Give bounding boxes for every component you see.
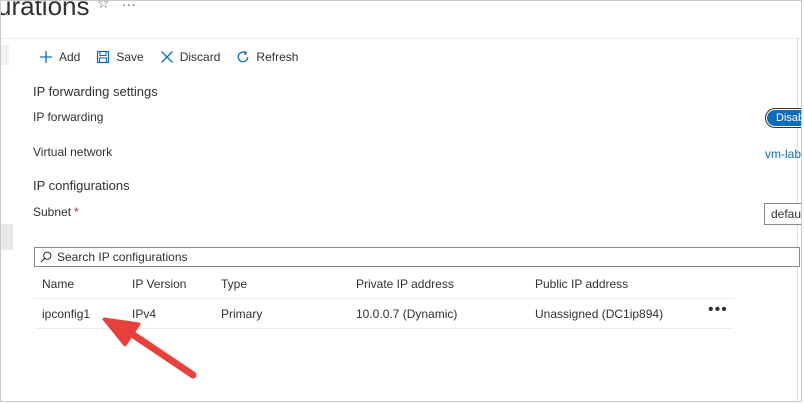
favorite-star-icon[interactable]: ☆ xyxy=(97,1,110,12)
column-header-type[interactable]: Type xyxy=(221,269,247,298)
left-nav-selected-edge[interactable] xyxy=(1,224,13,250)
annotation-arrow-shaft xyxy=(125,328,197,379)
ip-configurations-section-title: IP configurations xyxy=(33,178,130,193)
table-header: Name IP Version Type Private IP address … xyxy=(34,269,734,299)
page-frame: urations ☆ ... Add Save Discard Refresh … xyxy=(0,0,802,402)
required-marker: * xyxy=(74,205,79,219)
page-title: urations xyxy=(0,0,90,21)
subnet-dropdown[interactable]: default xyxy=(764,203,801,225)
subnet-label: Subnet * xyxy=(33,205,79,219)
left-nav-edge xyxy=(1,45,9,65)
subnet-label-text: Subnet xyxy=(33,205,72,219)
row-public-ip-cell: Unassigned (DC1ip894) xyxy=(535,306,664,321)
column-header-ip-version[interactable]: IP Version xyxy=(132,269,186,298)
search-icon xyxy=(40,251,52,263)
header-divider xyxy=(1,38,801,39)
ip-forwarding-label: IP forwarding xyxy=(33,110,104,124)
search-box[interactable] xyxy=(34,247,800,267)
refresh-button-label: Refresh xyxy=(256,50,299,64)
virtual-network-link[interactable]: vm-lab xyxy=(765,147,801,161)
discard-button-label: Discard xyxy=(179,50,221,64)
column-header-public-ip[interactable]: Public IP address xyxy=(535,269,628,298)
add-button[interactable]: Add xyxy=(31,46,88,68)
row-more-actions-icon[interactable]: ••• xyxy=(708,295,728,324)
command-bar: Add Save Discard Refresh xyxy=(31,46,306,68)
more-options-icon[interactable]: ... xyxy=(122,1,137,9)
add-button-label: Add xyxy=(59,50,81,64)
refresh-icon xyxy=(237,50,249,63)
save-icon xyxy=(97,50,110,64)
column-header-private-ip[interactable]: Private IP address xyxy=(356,269,454,298)
row-name-cell[interactable]: ipconfig1 xyxy=(42,299,90,328)
table-row[interactable]: ipconfig1 IPv4 Primary 10.0.0.7 (Dynamic… xyxy=(34,299,734,329)
ip-forwarding-toggle-text: Disabled xyxy=(767,110,801,126)
save-button[interactable]: Save xyxy=(88,46,151,68)
discard-button[interactable]: Discard xyxy=(152,46,229,68)
row-private-ip-cell: 10.0.0.7 (Dynamic) xyxy=(356,306,458,321)
search-input[interactable] xyxy=(57,249,777,265)
ip-forwarding-toggle[interactable]: Disabled xyxy=(765,108,801,128)
close-icon xyxy=(160,51,173,63)
plus-icon xyxy=(40,51,52,63)
virtual-network-label: Virtual network xyxy=(33,145,113,159)
ip-forwarding-section-title: IP forwarding settings xyxy=(33,84,158,99)
save-button-label: Save xyxy=(116,50,144,64)
column-header-name[interactable]: Name xyxy=(42,269,74,298)
row-type-cell: Primary xyxy=(221,306,263,321)
refresh-button[interactable]: Refresh xyxy=(228,46,306,68)
row-ip-version-cell: IPv4 xyxy=(132,306,157,321)
